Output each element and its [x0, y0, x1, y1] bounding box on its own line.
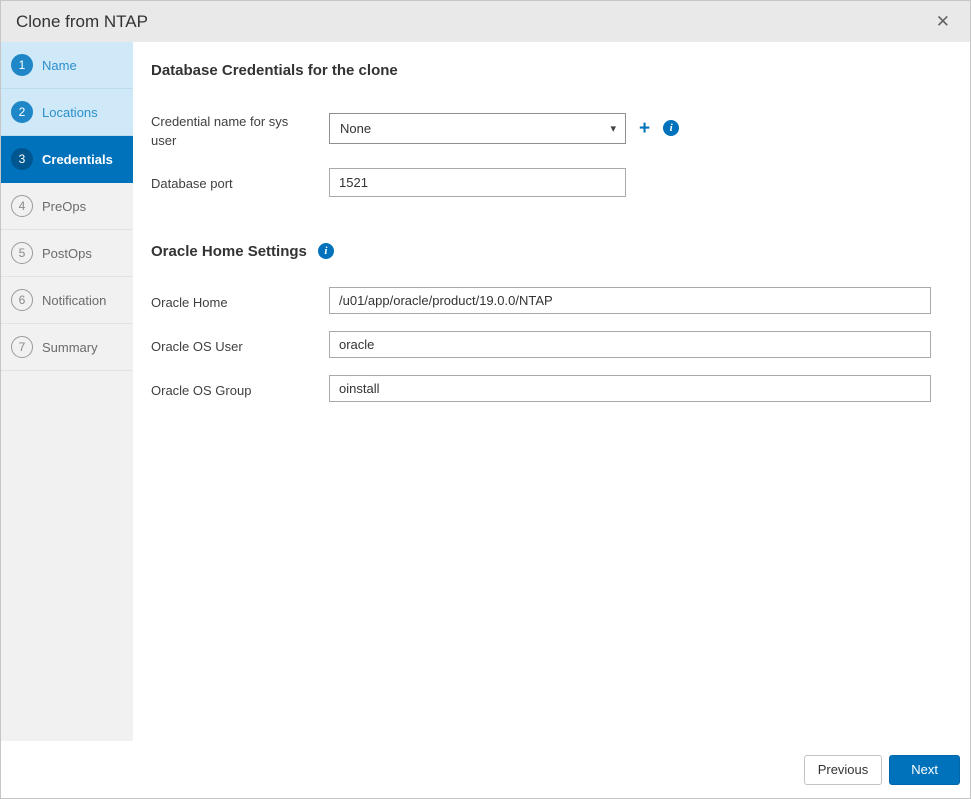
step-preops[interactable]: 4 PreOps [1, 183, 133, 230]
step-name[interactable]: 1 Name [1, 42, 133, 89]
clone-wizard-dialog: Clone from NTAP ✕ 1 Name 2 Locations 3 C… [0, 0, 971, 799]
step-label: PostOps [42, 245, 92, 261]
credentials-step-content: Database Credentials for the clone Crede… [133, 42, 970, 741]
step-label: Name [42, 57, 77, 73]
oracle-os-group-controls [329, 374, 931, 402]
dialog-titlebar: Clone from NTAP ✕ [1, 1, 970, 42]
wizard-steps-sidebar: 1 Name 2 Locations 3 Credentials 4 PreOp… [1, 42, 133, 741]
database-port-label: Database port [151, 175, 233, 191]
step-number-badge: 4 [11, 195, 33, 217]
next-button[interactable]: Next [889, 754, 960, 785]
database-port-input[interactable] [329, 167, 626, 197]
step-number-badge: 3 [11, 148, 33, 170]
close-icon[interactable]: ✕ [932, 11, 954, 32]
credential-info-icon[interactable]: i [663, 120, 680, 137]
oracle-os-group-row: Oracle OS Group [151, 374, 931, 402]
step-number-badge: 2 [11, 101, 33, 123]
step-postops[interactable]: 5 PostOps [1, 230, 133, 277]
db-credentials-section-title: Database Credentials for the clone [151, 62, 930, 79]
step-number-badge: 7 [11, 336, 33, 358]
oracle-os-group-label: Oracle OS Group [151, 382, 252, 398]
oracle-os-user-input[interactable] [329, 330, 931, 358]
add-credential-button[interactable]: + [639, 119, 650, 138]
chevron-down-icon: ▾ [610, 122, 616, 135]
step-summary[interactable]: 7 Summary [1, 324, 133, 371]
dialog-body: 1 Name 2 Locations 3 Credentials 4 PreOp… [1, 42, 970, 741]
database-port-row: Database port [151, 167, 930, 197]
oracle-home-controls [329, 286, 931, 314]
step-label: Locations [42, 104, 98, 120]
credential-name-select[interactable]: None ▾ [329, 112, 626, 144]
oracle-os-user-label: Oracle OS User [151, 338, 243, 354]
oracle-home-info-icon[interactable]: i [317, 243, 334, 260]
step-notification[interactable]: 6 Notification [1, 277, 133, 324]
oracle-os-user-controls [329, 330, 931, 358]
oracle-os-user-row: Oracle OS User [151, 330, 931, 358]
database-port-controls [329, 167, 626, 197]
step-number-badge: 5 [11, 242, 33, 264]
step-label: Credentials [42, 151, 113, 167]
step-label: Notification [42, 292, 107, 308]
step-locations[interactable]: 2 Locations [1, 89, 133, 136]
oracle-home-row: Oracle Home [151, 286, 931, 314]
credential-name-controls: None ▾ + i [329, 106, 680, 151]
credential-name-row: Credential name for sys user None ▾ + i [151, 106, 930, 151]
oracle-os-group-input[interactable] [329, 374, 931, 402]
step-credentials[interactable]: 3 Credentials [1, 136, 133, 183]
step-number-badge: 1 [11, 54, 33, 76]
step-number-badge: 6 [11, 289, 33, 311]
db-credentials-title-text: Database Credentials for the clone [151, 62, 398, 79]
dialog-title: Clone from NTAP [16, 11, 148, 31]
oracle-home-section-title: Oracle Home Settings i [151, 243, 930, 260]
oracle-home-label: Oracle Home [151, 294, 228, 310]
step-label: Summary [42, 339, 98, 355]
previous-button[interactable]: Previous [803, 754, 883, 785]
step-label: PreOps [42, 198, 87, 214]
wizard-footer: Previous Next [1, 741, 970, 798]
oracle-home-title-text: Oracle Home Settings [151, 242, 307, 260]
credential-name-selected-value: None [340, 120, 372, 136]
credential-name-label: Credential name for sys user [151, 114, 289, 148]
oracle-home-input[interactable] [329, 286, 931, 314]
